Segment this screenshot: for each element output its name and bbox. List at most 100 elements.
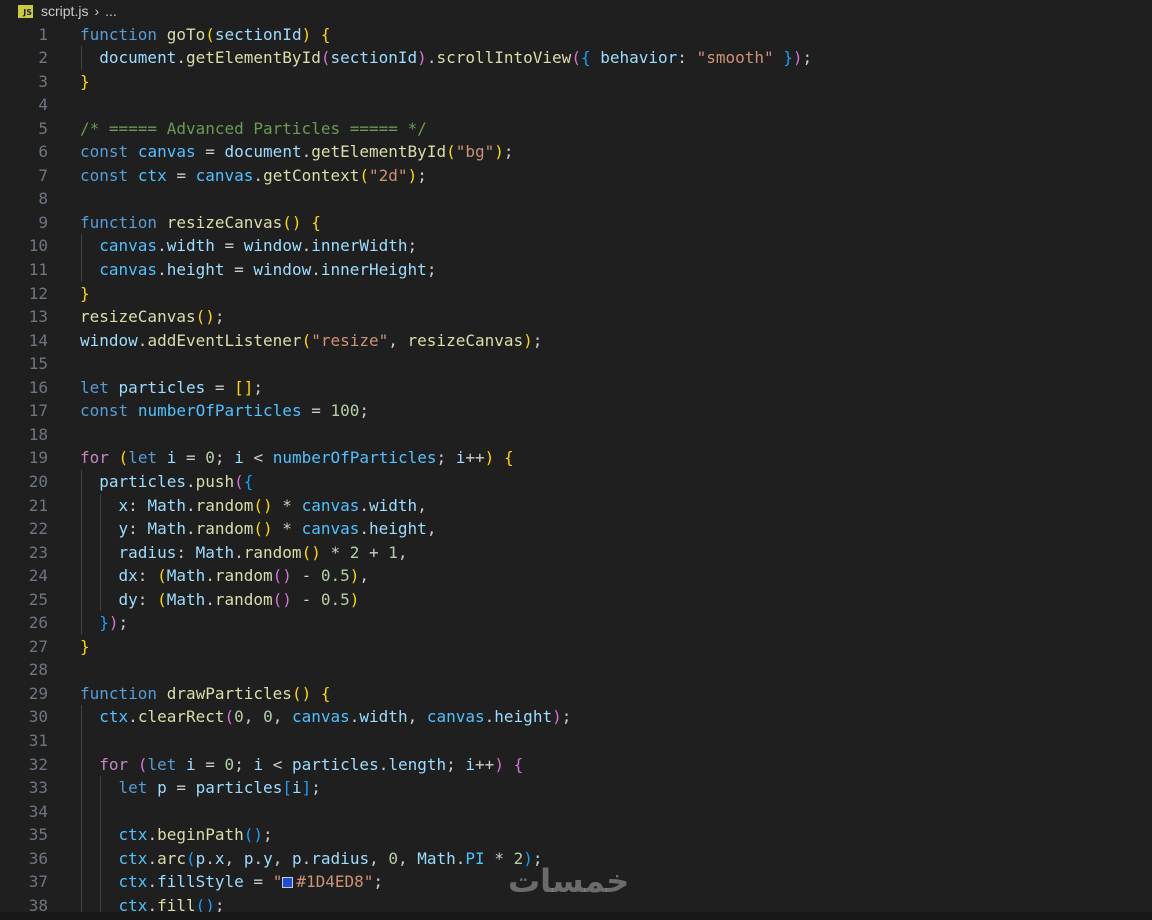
code-line[interactable]: 8 [0,187,1152,210]
code-text[interactable]: /* ===== Advanced Particles ===== */ [80,117,427,140]
code-line[interactable]: 18 [0,423,1152,446]
line-number: 21 [28,495,48,515]
code-text[interactable]: ctx.fill(); [80,894,225,912]
code-line[interactable]: 17 const numberOfParticles = 100; [0,399,1152,422]
javascript-file-icon: JS [18,4,33,18]
code-line[interactable]: 11 canvas.height = window.innerHeight; [0,258,1152,281]
code-line[interactable]: 6 const canvas = document.getElementById(… [0,140,1152,163]
code-line[interactable]: 26 }); [0,611,1152,634]
code-line[interactable]: 32 for (let i = 0; i < particles.length;… [0,753,1152,776]
line-number: 31 [28,731,48,750]
line-number: 26 [28,613,48,633]
line-number: 34 [28,801,48,821]
line-number: 3 [38,71,48,91]
code-text[interactable]: }); [80,611,128,634]
code-text[interactable]: const canvas = document.getElementById("… [80,140,514,163]
code-line[interactable]: 4 [0,93,1152,116]
code-editor[interactable]: 1 function goTo(sectionId) {2 document.ge… [0,22,1152,912]
code-text[interactable]: dy: (Math.random() - 0.5) [80,588,360,611]
indent-guide [100,776,102,912]
breadcrumb-symbols[interactable]: ... [105,3,117,19]
line-number: 28 [28,660,48,680]
code-text[interactable]: particles.push({ [80,470,253,493]
code-text[interactable]: resizeCanvas(); [80,305,225,328]
code-line[interactable]: 13 resizeCanvas(); [0,305,1152,328]
indent-guide [81,705,82,912]
line-number: 35 [28,825,48,845]
code-text[interactable]: function resizeCanvas() { [80,211,321,234]
breadcrumb-file[interactable]: script.js [41,3,88,19]
code-line[interactable]: 20 particles.push({ [0,470,1152,493]
code-text[interactable]: x: Math.random() * canvas.width, [80,494,427,517]
code-text[interactable]: ctx.fillStyle = " #1D4ED8"; [80,870,384,893]
code-line[interactable]: 34 [0,800,1152,823]
code-text[interactable]: const ctx = canvas.getContext("2d"); [80,164,427,187]
code-text[interactable]: ctx.arc(p.x, p.y, p.radius, 0, Math.PI *… [80,847,543,870]
code-text[interactable]: function goTo(sectionId) { [80,23,331,46]
code-line[interactable]: 5 /* ===== Advanced Particles ===== */ [0,117,1152,140]
code-text[interactable]: } [80,282,90,305]
code-line[interactable]: 24 dx: (Math.random() - 0.5), [0,564,1152,587]
line-number: 7 [38,165,48,185]
code-text[interactable]: const numberOfParticles = 100; [80,399,369,422]
code-line[interactable]: 19 for (let i = 0; i < numberOfParticles;… [0,446,1152,469]
line-number: 4 [38,95,48,115]
line-number: 29 [28,683,48,703]
code-text[interactable]: } [80,635,90,658]
line-number: 25 [28,589,48,609]
line-number: 19 [28,448,48,468]
code-text[interactable]: let particles = []; [80,376,263,399]
code-text[interactable]: dx: (Math.random() - 0.5), [80,564,370,587]
code-line[interactable]: 16 let particles = []; [0,376,1152,399]
code-line[interactable]: 15 [0,352,1152,375]
code-line[interactable]: 22 y: Math.random() * canvas.height, [0,517,1152,540]
code-line[interactable]: 10 canvas.width = window.innerWidth; [0,234,1152,257]
line-number: 13 [28,307,48,327]
code-line[interactable]: 2 document.getElementById(sectionId).scr… [0,46,1152,69]
breadcrumb: JS script.js › ... [0,0,1152,22]
line-number: 22 [28,519,48,539]
line-number: 38 [28,895,48,912]
code-line[interactable]: 29 function drawParticles() { [0,682,1152,705]
code-line[interactable]: 9 function resizeCanvas() { [0,211,1152,234]
code-text[interactable]: function drawParticles() { [80,682,330,705]
code-line[interactable]: 1 function goTo(sectionId) { [0,23,1152,46]
line-number: 8 [38,189,48,209]
line-number: 30 [28,707,48,727]
line-number: 9 [38,212,48,232]
watermark-logo: خمسات [508,862,630,900]
code-line[interactable]: 30 ctx.clearRect(0, 0, canvas.width, can… [0,705,1152,728]
code-text[interactable]: ctx.clearRect(0, 0, canvas.width, canvas… [80,705,571,728]
code-line[interactable]: 31 [0,729,1152,752]
line-number: 17 [28,401,48,421]
code-line[interactable]: 25 dy: (Math.random() - 0.5) [0,588,1152,611]
line-number: 36 [28,848,48,868]
code-line[interactable]: 3} [0,70,1152,93]
code-line[interactable]: 12} [0,282,1152,305]
code-text[interactable]: document.getElementById(sectionId).scrol… [80,46,812,69]
code-line[interactable]: 35 ctx.beginPath(); [0,823,1152,846]
code-text[interactable]: for (let i = 0; i < numberOfParticles; i… [80,446,514,469]
code-line[interactable]: 27} [0,635,1152,658]
code-line[interactable]: 7 const ctx = canvas.getContext("2d"); [0,164,1152,187]
code-text[interactable]: canvas.height = window.innerHeight; [80,258,436,281]
code-text[interactable]: window.addEventListener("resize", resize… [80,329,542,352]
line-number: 6 [38,142,48,162]
code-line[interactable]: 28 [0,658,1152,681]
code-line[interactable]: 14 window.addEventListener("resize", resi… [0,329,1152,352]
line-number: 37 [28,872,48,892]
code-text[interactable]: for (let i = 0; i < particles.length; i+… [80,753,523,776]
indent-guide [100,493,102,612]
code-text[interactable]: ctx.beginPath(); [80,823,273,846]
code-text[interactable]: canvas.width = window.innerWidth; [80,234,417,257]
code-text[interactable]: let p = particles[i]; [80,776,321,799]
line-number: 15 [28,354,48,374]
line-number: 24 [28,566,48,586]
code-line[interactable]: 23 radius: Math.random() * 2 + 1, [0,541,1152,564]
code-text[interactable]: y: Math.random() * canvas.height, [80,517,437,540]
code-line[interactable]: 33 let p = particles[i]; [0,776,1152,799]
code-line[interactable]: 21 x: Math.random() * canvas.width, [0,494,1152,517]
line-number: 1 [38,24,48,44]
code-text[interactable]: radius: Math.random() * 2 + 1, [80,541,408,564]
code-text[interactable]: } [80,70,90,93]
